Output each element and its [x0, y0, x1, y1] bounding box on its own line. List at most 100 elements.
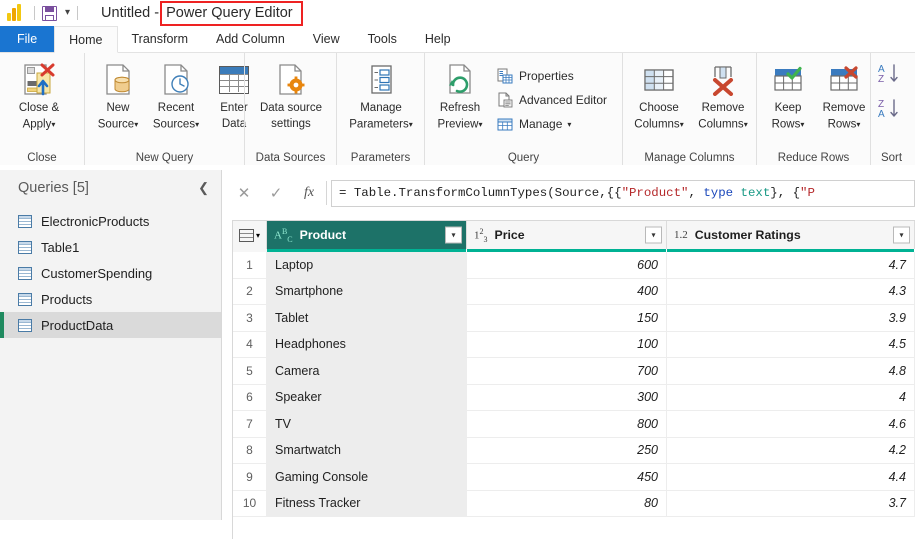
query-item-products[interactable]: Products: [0, 286, 221, 312]
chevron-left-icon[interactable]: ❮: [198, 180, 209, 196]
tab-home[interactable]: Home: [54, 26, 118, 53]
check-icon[interactable]: ✓: [260, 181, 292, 205]
cell-price[interactable]: 80: [467, 490, 667, 516]
table-row[interactable]: 8 Smartwatch 250 4.2: [233, 437, 915, 464]
cell-customer-ratings[interactable]: 4.2: [667, 437, 915, 463]
cell-customer-ratings[interactable]: 4.6: [667, 411, 915, 437]
cell-price[interactable]: 250: [467, 437, 667, 463]
cell-product[interactable]: Smartwatch: [267, 437, 467, 463]
cell-customer-ratings[interactable]: 4.5: [667, 331, 915, 357]
query-item-electronicproducts[interactable]: ElectronicProducts: [0, 208, 221, 234]
cell-price[interactable]: 700: [467, 358, 667, 384]
cell-product[interactable]: Speaker: [267, 384, 467, 410]
filter-dropdown-icon[interactable]: ▾: [445, 226, 462, 244]
table-row[interactable]: 7 TV 800 4.6: [233, 411, 915, 438]
cell-price[interactable]: 150: [467, 305, 667, 331]
chevron-down-icon[interactable]: ▾: [134, 120, 138, 129]
cell-customer-ratings[interactable]: 4.3: [667, 278, 915, 304]
chevron-down-icon[interactable]: ▾: [478, 120, 482, 129]
tab-add-column[interactable]: Add Column: [202, 26, 299, 52]
data-source-settings-button[interactable]: Data source settings: [249, 58, 333, 131]
select-all-icon[interactable]: ▾: [233, 221, 267, 249]
table-row[interactable]: 6 Speaker 300 4: [233, 384, 915, 411]
filter-dropdown-icon[interactable]: ▾: [893, 226, 910, 244]
cell-price[interactable]: 450: [467, 464, 667, 490]
chevron-down-icon[interactable]: ▾: [567, 120, 571, 129]
cell-product[interactable]: Laptop: [267, 252, 467, 278]
table-row[interactable]: 10 Fitness Tracker 80 3.7: [233, 490, 915, 517]
table-row[interactable]: 3 Tablet 150 3.9: [233, 305, 915, 332]
properties-button[interactable]: Properties: [491, 64, 612, 88]
cell-price[interactable]: 600: [467, 252, 667, 278]
cell-product[interactable]: TV: [267, 411, 467, 437]
table-icon: [18, 266, 32, 280]
query-item-label: Table1: [41, 239, 80, 255]
tab-file[interactable]: File: [0, 26, 55, 52]
cell-customer-ratings[interactable]: 4.4: [667, 464, 915, 490]
query-item-customerspending[interactable]: CustomerSpending: [0, 260, 221, 286]
chevron-down-icon[interactable]: ▾: [409, 120, 413, 129]
remove-columns-icon: [706, 61, 740, 99]
formula-input[interactable]: = Table.TransformColumnTypes(Source,{{"P…: [331, 179, 915, 207]
chevron-down-icon[interactable]: ▾: [51, 120, 55, 129]
tab-help[interactable]: Help: [411, 26, 465, 52]
save-icon[interactable]: [42, 5, 57, 21]
cell-customer-ratings[interactable]: 4.7: [667, 252, 915, 278]
tab-view[interactable]: View: [299, 26, 354, 52]
refresh-preview-button[interactable]: Refresh Preview▾: [429, 58, 491, 132]
tab-tools[interactable]: Tools: [354, 26, 411, 52]
cell-price[interactable]: 100: [467, 331, 667, 357]
cell-customer-ratings[interactable]: 4: [667, 384, 915, 410]
table-row[interactable]: 2 Smartphone 400 4.3: [233, 278, 915, 305]
cell-product[interactable]: Smartphone: [267, 278, 467, 304]
ribbon-group-label-close: Close: [27, 152, 57, 164]
chevron-down-icon[interactable]: ▾: [856, 120, 860, 129]
cell-customer-ratings[interactable]: 4.8: [667, 358, 915, 384]
cell-price[interactable]: 300: [467, 384, 667, 410]
remove-columns-button[interactable]: Remove Columns▾: [691, 58, 755, 132]
table-row[interactable]: 1 Laptop 600 4.7: [233, 252, 915, 279]
cell-customer-ratings[interactable]: 3.7: [667, 490, 915, 516]
close-and-apply-button[interactable]: Close & Apply▾: [4, 58, 74, 132]
remove-rows-button[interactable]: Remove Rows▾: [815, 58, 873, 132]
cell-price[interactable]: 400: [467, 278, 667, 304]
choose-columns-button[interactable]: Choose Columns▾: [627, 58, 691, 132]
cell-product[interactable]: Camera: [267, 358, 467, 384]
cell-price[interactable]: 800: [467, 411, 667, 437]
new-source-button[interactable]: New Source▾: [89, 58, 147, 132]
table-row[interactable]: 4 Headphones 100 4.5: [233, 331, 915, 358]
advanced-editor-button[interactable]: Advanced Editor: [491, 88, 612, 112]
sort-ascending-button[interactable]: A Z: [875, 61, 901, 92]
column-header-price[interactable]: 123 Price ▾: [467, 221, 667, 249]
tab-transform[interactable]: Transform: [118, 26, 203, 52]
cell-product[interactable]: Fitness Tracker: [267, 490, 467, 516]
table-row[interactable]: 9 Gaming Console 450 4.4: [233, 464, 915, 491]
chevron-down-icon[interactable]: ▾: [65, 8, 70, 18]
manage-parameters-button[interactable]: Manage Parameters▾: [341, 58, 421, 132]
table-row[interactable]: 5 Camera 700 4.8: [233, 358, 915, 385]
sort-descending-button[interactable]: Z A: [875, 96, 901, 127]
cell-product[interactable]: Tablet: [267, 305, 467, 331]
keep-rows-button[interactable]: Keep Rows▾: [761, 58, 815, 132]
close-and-apply-label-line2: Apply: [22, 118, 52, 131]
chevron-down-icon[interactable]: ▾: [680, 120, 684, 129]
recent-sources-button[interactable]: Recent Sources▾: [147, 58, 205, 132]
manage-button[interactable]: Manage ▾: [491, 112, 612, 136]
column-header-customer-ratings[interactable]: 1.2 Customer Ratings ▾: [667, 221, 915, 249]
formula-text: = Table.TransformColumnTypes(Source,{{"P…: [339, 186, 815, 200]
row-index: 3: [233, 305, 267, 331]
column-header-product[interactable]: ABC Product ▾: [267, 221, 467, 249]
query-item-productdata[interactable]: ProductData: [0, 312, 221, 338]
properties-label: Properties: [519, 69, 574, 83]
cell-product[interactable]: Headphones: [267, 331, 467, 357]
data-preview-grid: ▾ ABC Product ▾ 123 Price ▾ 1.2 Customer…: [232, 220, 915, 520]
filter-dropdown-icon[interactable]: ▾: [645, 226, 662, 244]
close-icon[interactable]: ✕: [228, 181, 260, 205]
chevron-down-icon[interactable]: ▾: [195, 120, 199, 129]
query-item-table1[interactable]: Table1: [0, 234, 221, 260]
cell-product[interactable]: Gaming Console: [267, 464, 467, 490]
chevron-down-icon[interactable]: ▾: [800, 120, 804, 129]
row-index: 4: [233, 331, 267, 357]
cell-customer-ratings[interactable]: 3.9: [667, 305, 915, 331]
chevron-down-icon[interactable]: ▾: [744, 120, 748, 129]
